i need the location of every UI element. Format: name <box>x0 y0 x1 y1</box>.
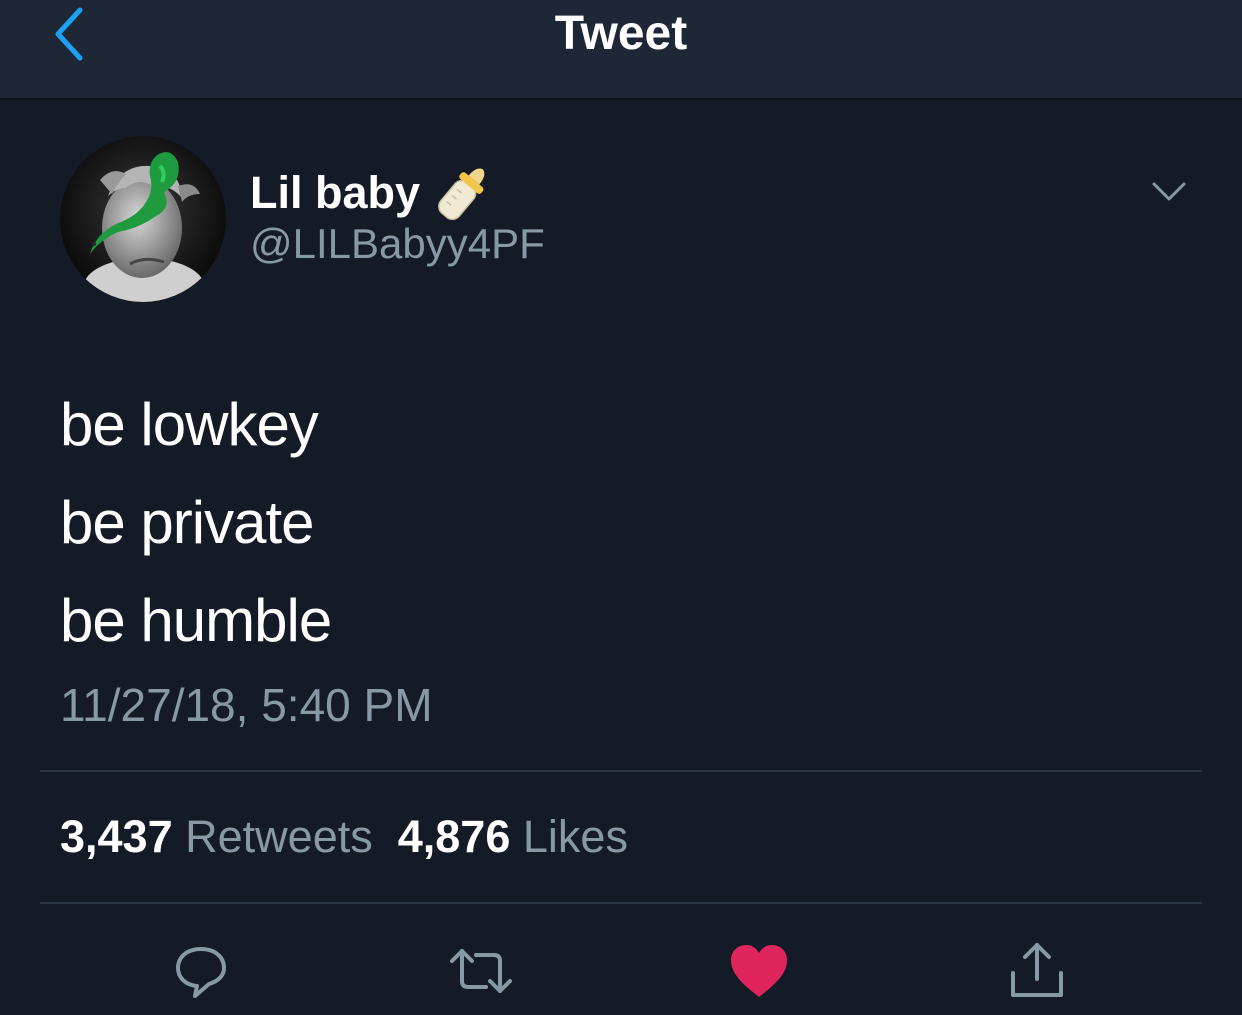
like-button[interactable] <box>724 936 794 1006</box>
heart-icon <box>731 945 787 997</box>
tweet-menu-button[interactable] <box>1148 170 1190 212</box>
tweet-stats: 3,437 Retweets 4,876 Likes <box>60 810 628 864</box>
divider <box>40 902 1202 904</box>
author-handle[interactable]: @LILBabyy4PF <box>250 218 545 270</box>
retweets-count: 3,437 <box>60 811 173 862</box>
likes-stat[interactable]: 4,876 Likes <box>398 811 628 862</box>
share-icon <box>1011 943 1063 997</box>
tweet-line: be lowkey <box>60 391 319 458</box>
tweet-text: be lowkey be private be humble <box>60 376 332 670</box>
tweet-detail-screen: Tweet Lil baby @LILBabyy4PF be lowkey be… <box>0 0 1242 1015</box>
retweet-icon <box>450 949 512 993</box>
retweet-button[interactable] <box>446 936 516 1006</box>
tweet-line: be private <box>60 489 315 556</box>
avatar[interactable] <box>60 136 226 302</box>
chevron-down-icon <box>1152 182 1186 201</box>
retweets-label: Retweets <box>185 811 373 862</box>
likes-label: Likes <box>522 811 628 862</box>
reply-icon <box>176 947 226 998</box>
retweets-stat[interactable]: 3,437 Retweets <box>60 811 373 862</box>
baby-bottle-icon <box>438 168 485 220</box>
avatar-image <box>60 136 226 302</box>
author-display-name: Lil baby <box>250 167 421 218</box>
likes-count: 4,876 <box>397 811 511 862</box>
reply-button[interactable] <box>166 936 236 1006</box>
share-button[interactable] <box>1002 936 1072 1006</box>
page-title: Tweet <box>554 7 688 60</box>
navigation-bar: Tweet <box>0 0 1242 100</box>
tweet-timestamp: 11/27/18, 5:40 PM <box>60 679 433 731</box>
tweet-line: be humble <box>60 587 332 654</box>
divider <box>40 770 1202 772</box>
author-name[interactable]: Lil baby <box>250 160 492 226</box>
